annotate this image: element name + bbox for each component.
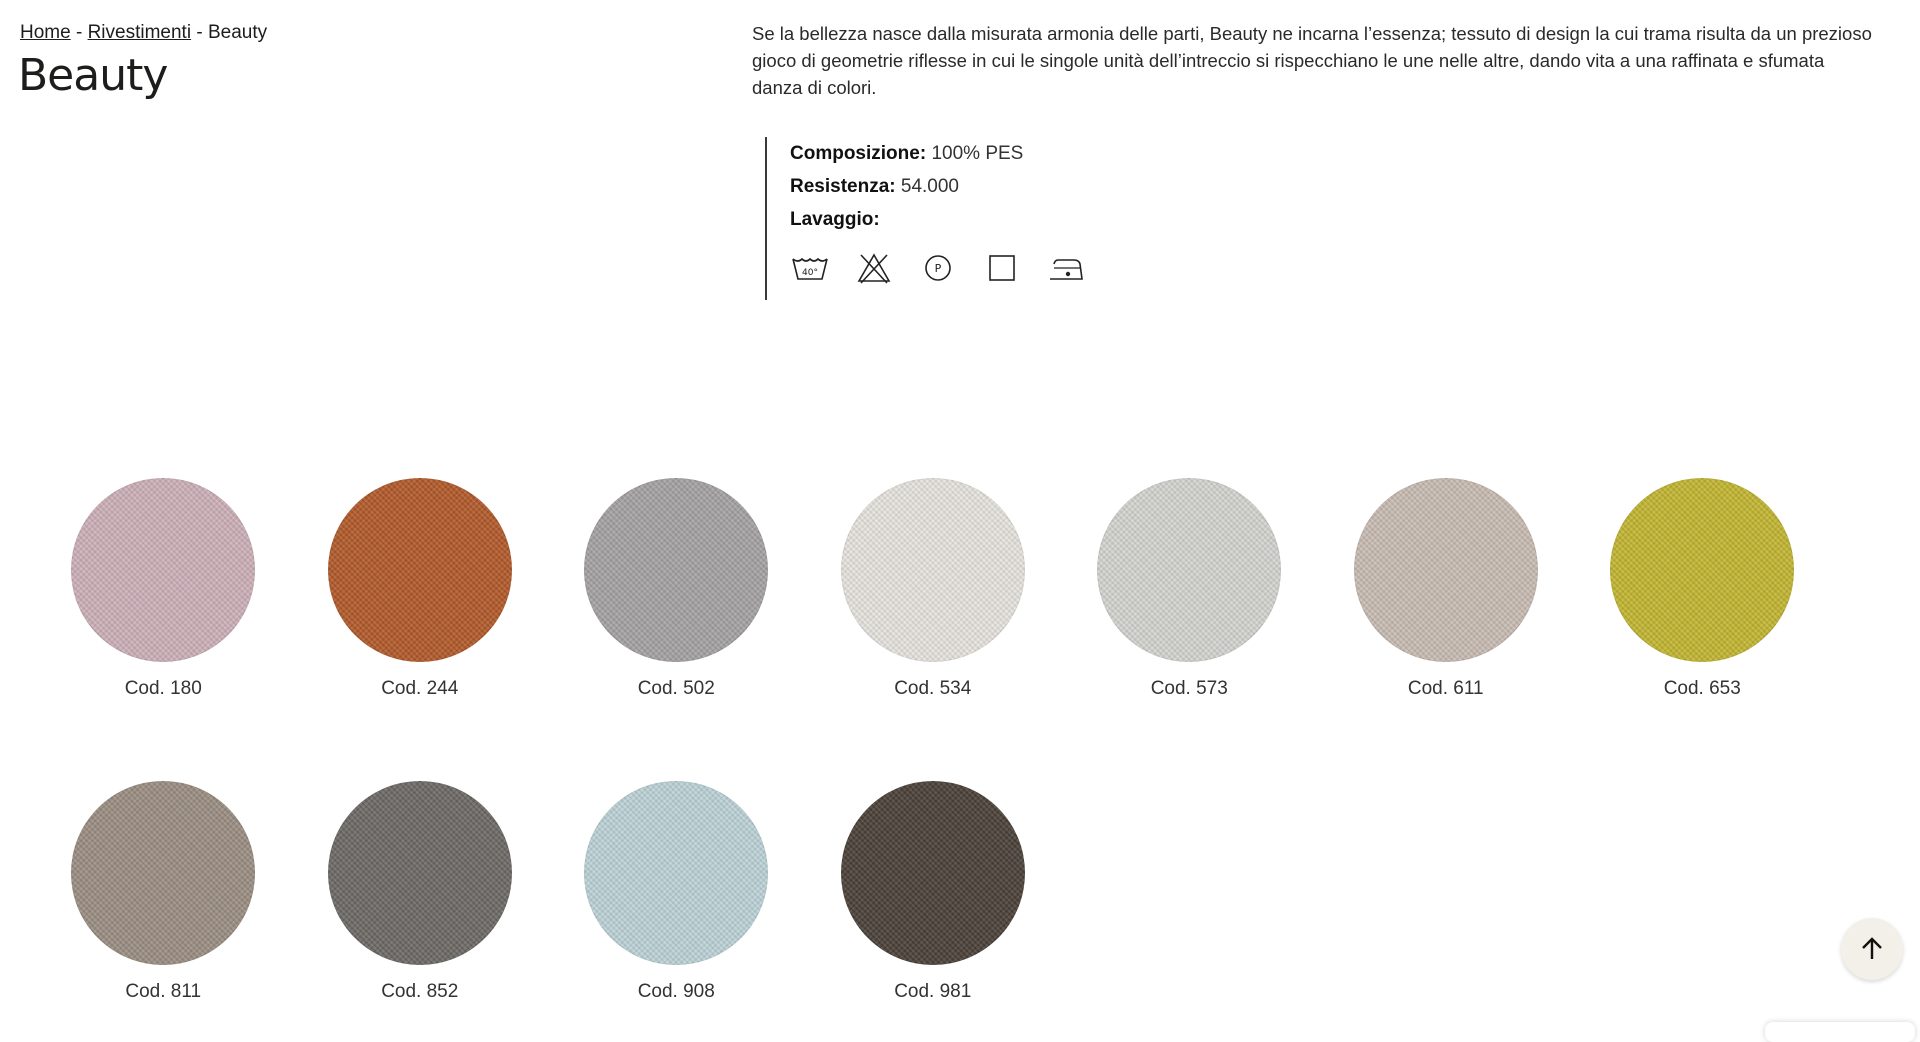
fabric-swatch-circle[interactable] [840,781,1025,965]
swatch-grid: Cod. 180 Cod. 244 Cod. 502 Cod. 534 Cod. 573… [35,478,1835,1003]
swatch-code-label: Cod. 908 [637,981,715,1002]
fabric-swatch-circle[interactable] [1610,478,1795,662]
breadcrumb-rivestimenti-link[interactable]: Rivestimenti [88,22,191,43]
swatch-code-label: Cod. 653 [1663,678,1741,699]
dryclean-letter: P [935,262,942,275]
swatch-code-label: Cod. 244 [381,678,459,699]
swatch-item[interactable]: Cod. 244 [292,478,549,700]
scroll-to-top-button[interactable] [1841,918,1903,980]
breadcrumb-separator: - [191,22,208,43]
fabric-swatch-circle[interactable] [71,781,256,965]
product-specs: Composizione: 100% PES Resistenza: 54.00… [765,137,1086,300]
resistance-value: 54.000 [895,176,960,197]
swatch-item[interactable]: Cod. 653 [1574,478,1831,700]
fabric-swatch-circle[interactable] [71,478,256,662]
swatch-code-label: Cod. 573 [1150,678,1228,699]
fabric-swatch-circle[interactable] [1097,478,1282,662]
washing-label: Lavaggio: [790,209,880,230]
swatch-code-label: Cod. 611 [1407,678,1484,699]
iron-icon [1046,248,1086,288]
swatch-code-label: Cod. 180 [124,678,202,699]
swatch-item[interactable]: Cod. 534 [805,478,1062,700]
breadcrumb-separator: - [70,22,88,43]
swatch-item[interactable]: Cod. 908 [548,781,805,1003]
swatch-item[interactable]: Cod. 573 [1061,478,1318,700]
breadcrumb-current: Beauty [207,22,268,43]
page-title: Beauty [18,50,168,101]
swatch-code-label: Cod. 981 [894,981,972,1002]
resistance-label: Resistenza: [790,176,896,197]
breadcrumb-home-link[interactable]: Home [20,22,71,43]
chat-widget-edge[interactable] [1765,1022,1915,1042]
swatch-item[interactable]: Cod. 611 [1318,478,1575,700]
composition-label: Composizione: [790,143,927,164]
wash-temp-text: 40° [802,268,818,278]
product-description: Se la bellezza nasce dalla misurata armo… [752,23,1872,98]
swatch-code-label: Cod. 811 [125,981,202,1002]
composition-row: Composizione: 100% PES [790,137,1086,170]
no-bleach-icon [854,248,894,288]
swatch-item[interactable]: Cod. 180 [35,478,292,700]
arrow-up-icon [1862,937,1882,959]
fabric-swatch-circle[interactable] [584,781,769,965]
swatch-item[interactable]: Cod. 811 [35,781,292,1003]
swatch-code-label: Cod. 502 [637,678,715,699]
fabric-swatch-circle[interactable] [584,478,769,662]
composition-value: 100% PES [926,143,1024,164]
washing-row: Lavaggio: [790,203,1086,236]
dry-clean-p-icon: P [918,248,958,288]
wash-40-icon: 40° [790,248,830,288]
breadcrumb: Home - Rivestimenti - Beauty [20,22,267,44]
fabric-swatch-circle[interactable] [840,478,1025,662]
tumble-dry-square-icon [982,248,1022,288]
fabric-swatch-circle[interactable] [1353,478,1538,662]
resistance-row: Resistenza: 54.000 [790,170,1086,203]
swatch-item[interactable]: Cod. 981 [805,781,1062,1003]
swatch-item[interactable]: Cod. 502 [548,478,805,700]
swatch-code-label: Cod. 534 [894,678,972,699]
swatch-code-label: Cod. 852 [381,981,459,1002]
care-icons: 40° P [790,248,1086,288]
fabric-swatch-circle[interactable] [327,781,512,965]
fabric-swatch-circle[interactable] [327,478,512,662]
swatch-item[interactable]: Cod. 852 [292,781,549,1003]
